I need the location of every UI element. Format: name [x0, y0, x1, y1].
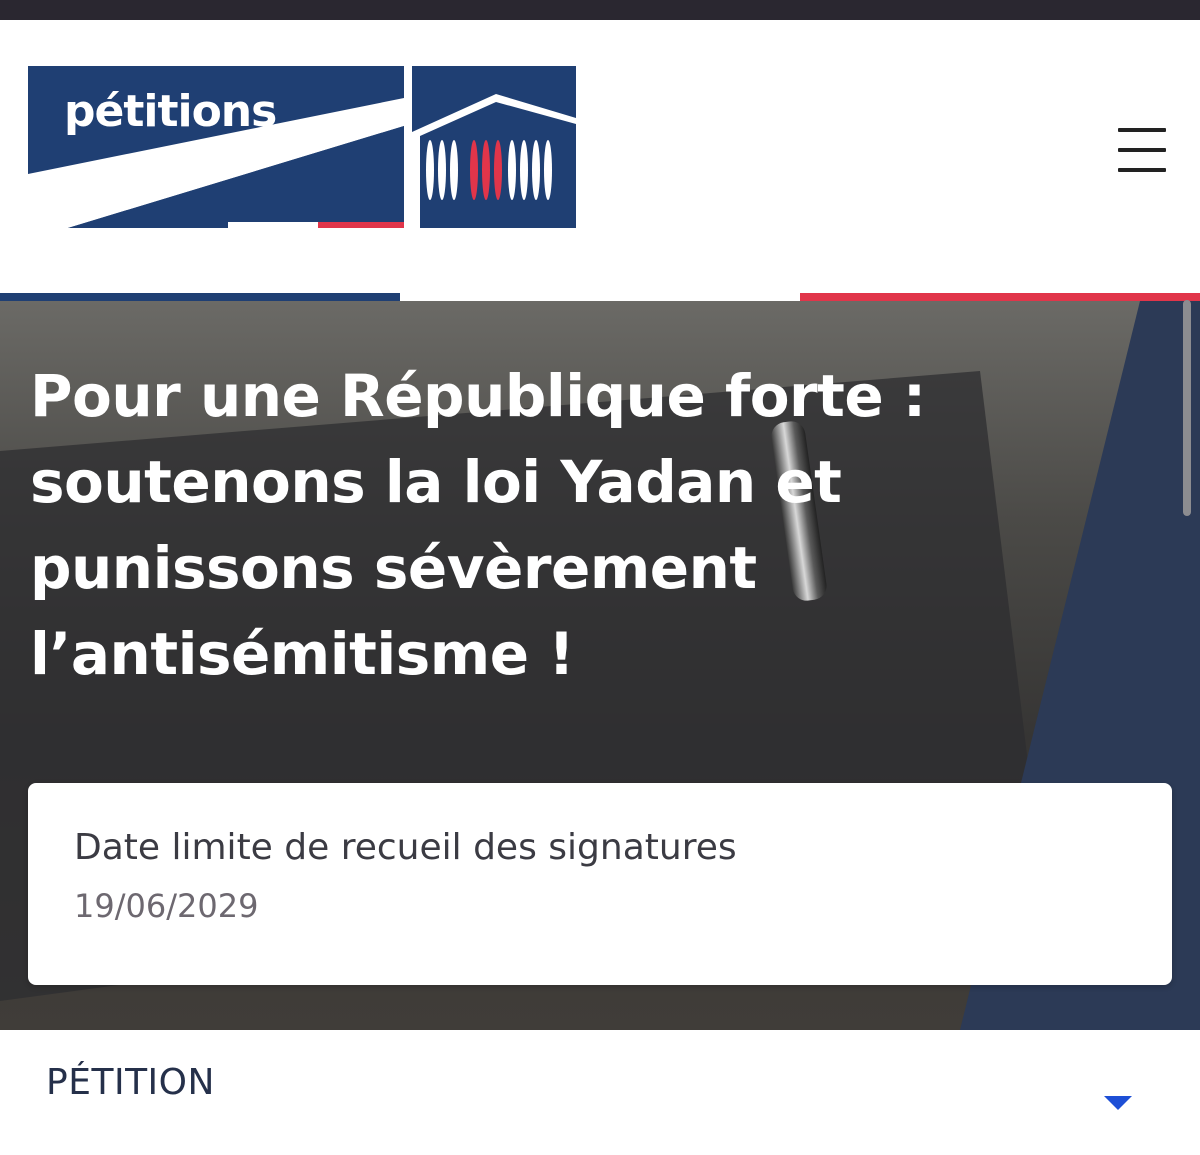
site-header: pétitions	[0, 20, 1200, 294]
status-bar	[0, 0, 1200, 20]
logo-wordmark: pétitions	[64, 86, 277, 137]
hamburger-menu-icon[interactable]	[1112, 124, 1172, 176]
petition-title: Pour une République forte : soutenons la…	[30, 362, 926, 688]
deadline-date: 19/06/2029	[74, 887, 259, 925]
deadline-card: Date limite de recueil des signatures 19…	[28, 783, 1172, 985]
tricolor-divider	[0, 293, 1200, 301]
petition-section-header[interactable]: PÉTITION	[0, 1030, 1200, 1155]
scrollbar[interactable]	[1183, 300, 1191, 516]
deadline-label: Date limite de recueil des signatures	[74, 827, 737, 868]
chevron-down-icon[interactable]	[1104, 1096, 1132, 1110]
section-title: PÉTITION	[46, 1062, 215, 1103]
petition-hero: Pour une République forte : soutenons la…	[0, 301, 1200, 1030]
